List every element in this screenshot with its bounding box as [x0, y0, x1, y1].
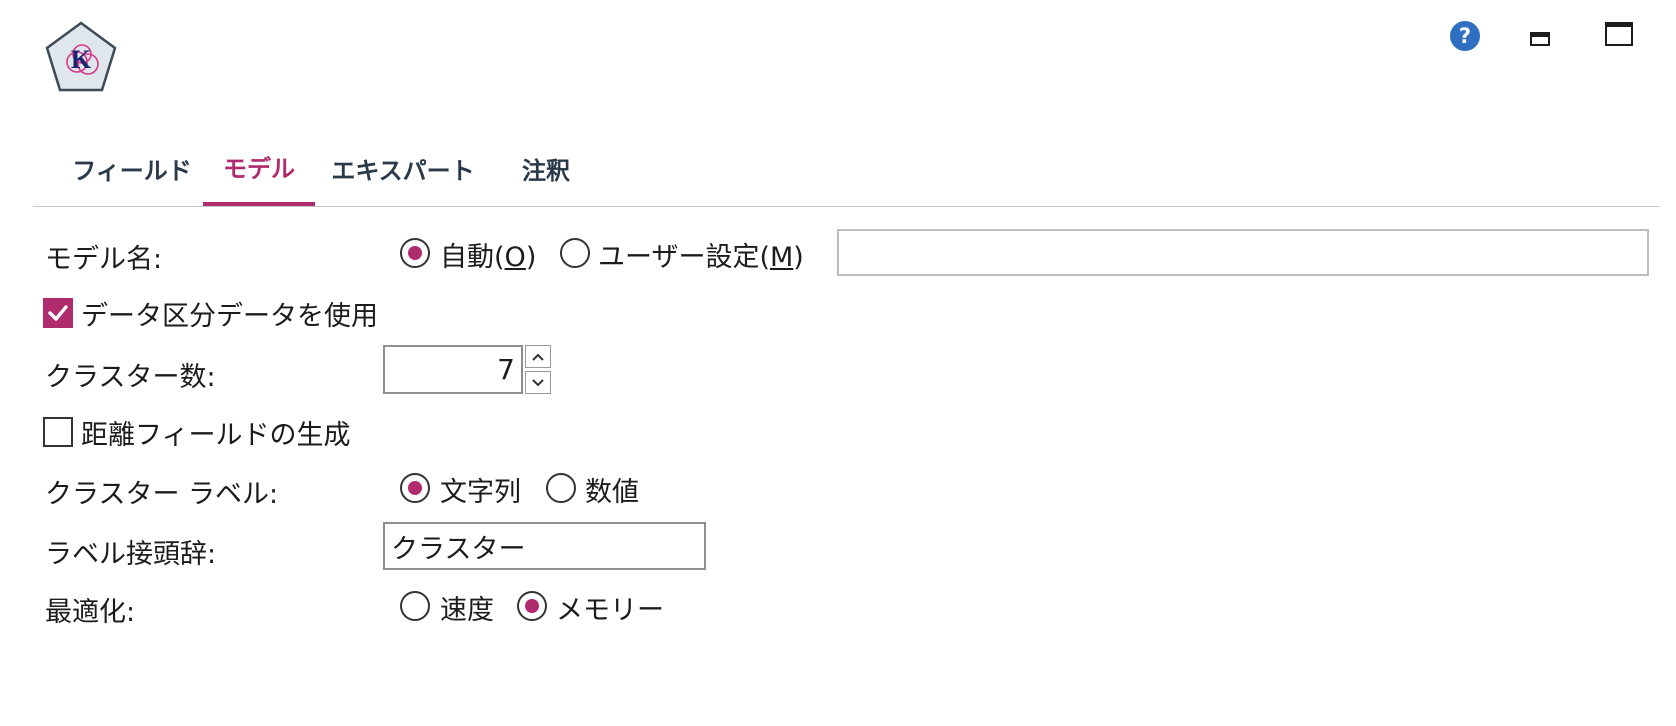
model-name-custom-radio[interactable]	[560, 238, 590, 268]
tab-annotations[interactable]: 注釈	[518, 130, 574, 206]
optimize-speed-text[interactable]: 速度	[440, 588, 494, 627]
custom-model-name-input[interactable]	[837, 229, 1649, 276]
tab-bar: フィールド モデル エキスパート 注釈	[33, 130, 1660, 207]
label-prefix-input[interactable]: クラスター	[383, 522, 706, 570]
cluster-count-down-button[interactable]	[525, 371, 551, 394]
cluster-count-input[interactable]: 7	[383, 345, 523, 394]
model-name-label: モデル名:	[45, 244, 163, 275]
tab-expert[interactable]: エキスパート	[329, 130, 477, 206]
cluster-label-string-text[interactable]: 文字列	[440, 470, 521, 509]
kmeans-node-icon: K	[45, 21, 117, 92]
cluster-count-label: クラスター数:	[45, 362, 216, 393]
distance-field-checkbox[interactable]	[43, 417, 73, 447]
use-partition-label: データ区分データを使用	[81, 301, 378, 332]
optimize-label: 最適化:	[45, 597, 136, 628]
distance-field-label: 距離フィールドの生成	[81, 420, 351, 451]
use-partition-checkbox[interactable]	[43, 298, 73, 328]
maximize-icon[interactable]	[1605, 22, 1633, 46]
model-name-custom-text[interactable]: ユーザー設定(M)	[598, 235, 804, 274]
cluster-label-label: クラスター ラベル:	[45, 479, 279, 510]
minimize-icon[interactable]	[1530, 32, 1550, 46]
cluster-label-string-radio[interactable]	[400, 473, 430, 503]
optimize-speed-radio[interactable]	[400, 591, 430, 621]
label-prefix-label: ラベル接頭辞:	[45, 539, 217, 570]
optimize-memory-text[interactable]: メモリー	[556, 588, 664, 627]
svg-text:?: ?	[1459, 24, 1471, 48]
tab-model[interactable]: モデル	[203, 130, 315, 206]
model-name-auto-radio[interactable]	[400, 238, 430, 268]
chevron-down-icon	[532, 378, 544, 386]
svg-text:K: K	[71, 45, 92, 74]
optimize-memory-radio[interactable]	[517, 591, 547, 621]
help-icon[interactable]: ?	[1449, 20, 1481, 52]
cluster-count-up-button[interactable]	[525, 345, 551, 368]
chevron-up-icon	[532, 353, 544, 361]
checkmark-icon	[48, 305, 68, 321]
tab-fields[interactable]: フィールド	[57, 130, 207, 206]
cluster-label-number-radio[interactable]	[546, 473, 576, 503]
cluster-label-number-text[interactable]: 数値	[585, 470, 639, 509]
model-name-auto-text[interactable]: 自動(O)	[440, 235, 536, 274]
